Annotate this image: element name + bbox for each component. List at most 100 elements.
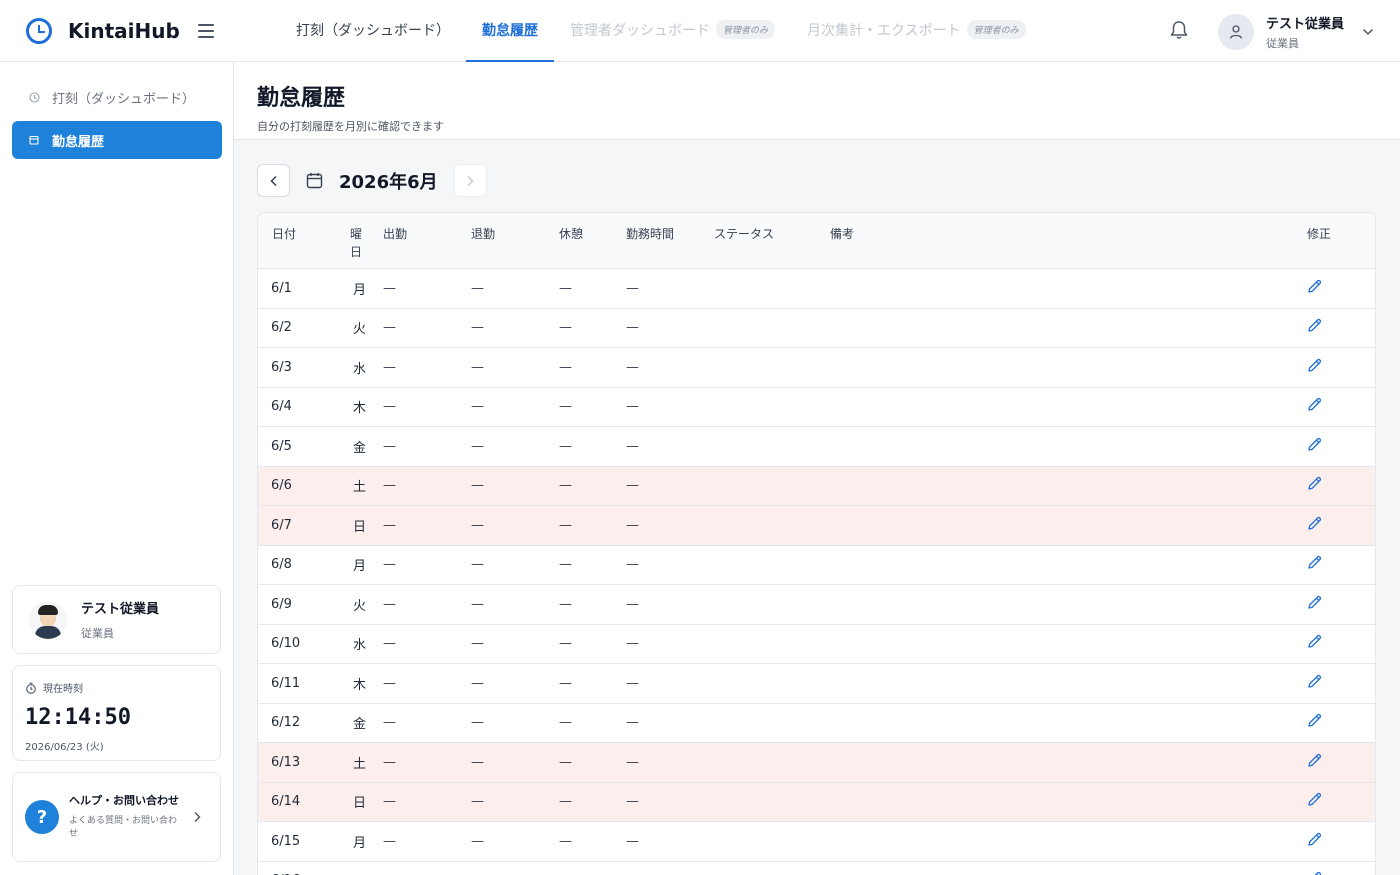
- sidebar-item-label: 打刻（ダッシュボード）: [52, 91, 196, 107]
- pencil-icon[interactable]: [1307, 318, 1322, 333]
- cell-work-hours: —: [626, 557, 639, 573]
- help-icon: ?: [25, 800, 59, 834]
- table-row: 6/15 月 — — — —: [258, 822, 1375, 862]
- current-time-card: 現在時刻 12:14:50 2026/06/23 (火): [12, 665, 221, 761]
- pencil-icon[interactable]: [1307, 397, 1322, 412]
- cell-clock-in: —: [383, 715, 396, 731]
- cell-break: —: [559, 517, 572, 533]
- cell-edit: [1307, 555, 1375, 574]
- cell-break: —: [559, 636, 572, 652]
- sidebar-item-dashboard[interactable]: 打刻（ダッシュボード）: [12, 78, 222, 116]
- cell-clock-out: —: [471, 517, 484, 533]
- cell-clock-in: —: [383, 478, 396, 494]
- cell-work-hours: —: [626, 715, 639, 731]
- pencil-icon[interactable]: [1307, 674, 1322, 689]
- cell-clock-out: —: [471, 399, 484, 415]
- sidebar-item-attendance-history[interactable]: 勤怠履歴: [12, 121, 222, 159]
- header-status: ステータス: [714, 227, 775, 241]
- page-subtitle: 自分の打刻履歴を月別に確認できます: [257, 120, 444, 133]
- profile-role: 従業員: [81, 627, 114, 640]
- cell-day: 日: [352, 796, 366, 812]
- pencil-icon[interactable]: [1307, 634, 1322, 649]
- next-month-button[interactable]: [453, 164, 487, 197]
- cell-clock-out: —: [471, 754, 484, 770]
- app-logo[interactable]: KintaiHub: [26, 17, 186, 44]
- pencil-icon[interactable]: [1307, 358, 1322, 373]
- app-header: KintaiHub 打刻（ダッシュボード） 勤怠履歴 管理者ダッシュボード 管理者…: [0, 0, 1400, 62]
- pencil-icon[interactable]: [1307, 871, 1322, 875]
- tab-admin-dashboard[interactable]: 管理者ダッシュボード 管理者のみ: [554, 0, 791, 62]
- tab-label: 勤怠履歴: [482, 22, 538, 39]
- pencil-icon[interactable]: [1307, 279, 1322, 294]
- tab-monthly-export[interactable]: 月次集計・エクスポート 管理者のみ: [791, 0, 1042, 62]
- cell-date: 6/5: [271, 438, 292, 454]
- cell-work-hours: —: [626, 794, 639, 810]
- pencil-icon[interactable]: [1307, 832, 1322, 847]
- cell-date: 6/6: [271, 478, 292, 494]
- cell-clock-in: —: [383, 517, 396, 533]
- header-day: 曜日: [336, 213, 383, 268]
- cell-clock-out: —: [471, 478, 484, 494]
- cell-edit: [1307, 792, 1375, 811]
- pencil-icon[interactable]: [1307, 476, 1322, 491]
- cell-work-hours: —: [626, 438, 639, 454]
- help-card[interactable]: ? ヘルプ・お問い合わせ よくある質問・お問い合わせ: [12, 772, 221, 862]
- cell-date: 6/2: [271, 320, 292, 336]
- current-time-label: 現在時刻: [25, 680, 208, 695]
- table-row: 6/11 木 — — — —: [258, 664, 1375, 704]
- cell-work-hours: —: [626, 596, 639, 612]
- cell-clock-in: —: [383, 438, 396, 454]
- pencil-icon[interactable]: [1307, 792, 1322, 807]
- table-row: 6/14 日 — — — —: [258, 782, 1375, 822]
- cell-work-hours: —: [626, 636, 639, 652]
- cell-date: 6/12: [271, 715, 301, 731]
- cell-edit: [1307, 634, 1375, 653]
- table-row: 6/5 金 — — — —: [258, 427, 1375, 467]
- cell-work-hours: —: [626, 399, 639, 415]
- pencil-icon[interactable]: [1307, 555, 1322, 570]
- cell-date: 6/15: [271, 833, 301, 849]
- header-edit: 修正: [1307, 227, 1332, 241]
- page-title: 勤怠履歴: [257, 86, 346, 111]
- cell-day: 水: [352, 361, 366, 377]
- table-row: 6/10 水 — — — —: [258, 625, 1375, 664]
- table-header: 日付 曜日 出勤 退勤 休憩 勤務時間 ステータス 備考 修正: [258, 213, 1375, 269]
- cell-date: 6/4: [271, 399, 292, 415]
- chevron-left-icon: [269, 175, 277, 186]
- cell-clock-out: —: [471, 833, 484, 849]
- cell-edit: [1307, 516, 1375, 535]
- cell-clock-in: —: [383, 596, 396, 612]
- bell-icon[interactable]: [1170, 20, 1188, 40]
- pencil-icon[interactable]: [1307, 595, 1322, 610]
- cell-work-hours: —: [626, 675, 639, 691]
- cell-clock-in: —: [383, 833, 396, 849]
- table-row: 6/1 月 — — — —: [258, 269, 1375, 309]
- pencil-icon[interactable]: [1307, 437, 1322, 452]
- menu-icon[interactable]: [198, 23, 214, 38]
- top-navigation: 打刻（ダッシュボード） 勤怠履歴 管理者ダッシュボード 管理者のみ 月次集計・エク…: [280, 0, 1042, 62]
- table-row: 6/3 水 — — — —: [258, 348, 1375, 388]
- header-break: 休憩: [559, 227, 584, 241]
- tab-dashboard[interactable]: 打刻（ダッシュボード）: [280, 0, 466, 62]
- prev-month-button[interactable]: [257, 164, 290, 197]
- table-row: 6/13 土 — — — —: [258, 743, 1375, 783]
- pencil-icon[interactable]: [1307, 516, 1322, 531]
- user-menu[interactable]: テスト従業員 従業員: [1218, 13, 1374, 51]
- tab-attendance-history[interactable]: 勤怠履歴: [466, 0, 554, 62]
- help-subtitle: よくある質問・お問い合わせ: [69, 816, 178, 839]
- cell-work-hours: —: [626, 833, 639, 849]
- cell-date: 6/13: [271, 754, 301, 770]
- cell-break: —: [559, 359, 572, 375]
- chevron-right-icon: [467, 175, 474, 186]
- cell-day: 木: [352, 677, 366, 693]
- header-clock-out: 退勤: [471, 227, 496, 241]
- cell-clock-out: —: [471, 794, 484, 810]
- user-avatar-icon: [1218, 14, 1254, 50]
- cell-date: 6/3: [271, 359, 292, 375]
- pencil-icon[interactable]: [1307, 713, 1322, 728]
- clock-logo-icon: [26, 17, 52, 44]
- pencil-icon[interactable]: [1307, 753, 1322, 768]
- cell-day: 木: [352, 401, 366, 417]
- cell-break: —: [559, 280, 572, 296]
- tab-label: 管理者ダッシュボード: [570, 22, 710, 39]
